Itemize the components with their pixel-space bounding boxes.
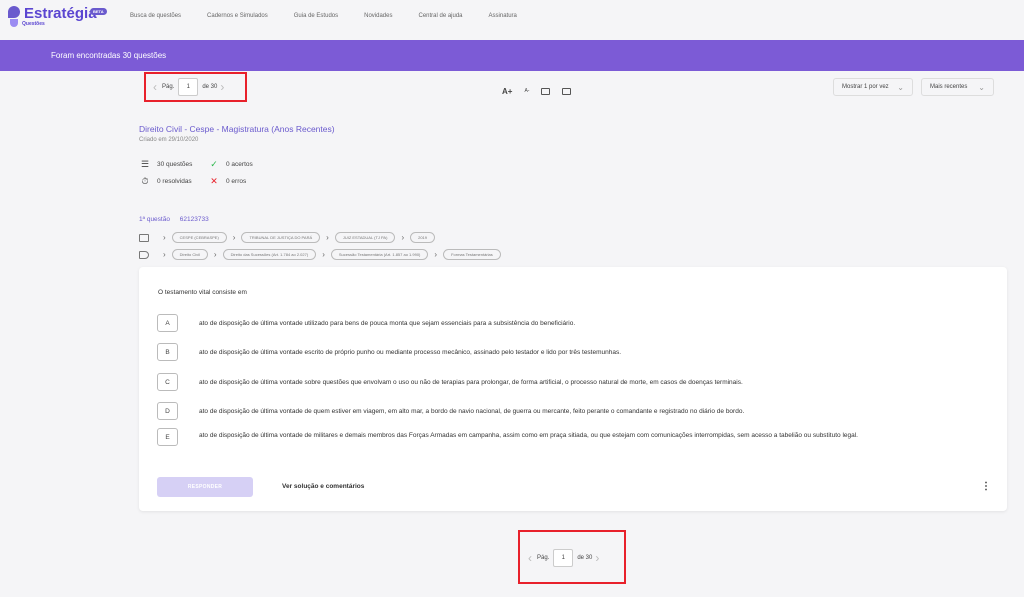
- option-d[interactable]: D ato de disposição de última vontade de…: [157, 402, 744, 420]
- results-count: Foram encontradas 30 questões: [51, 51, 167, 60]
- highlight-box: [518, 530, 626, 584]
- solution-link[interactable]: Ver solução e comentários: [282, 483, 364, 490]
- timer-icon: ⏱: [141, 176, 149, 186]
- tag-assunto-1[interactable]: Direito das Sucessões (Art. 1.784 ao 2.0…: [222, 249, 317, 260]
- option-text: ato de disposição de última vontade util…: [199, 319, 576, 327]
- highlight-box: [144, 72, 247, 102]
- question-header: 1ª questão 62123733: [139, 216, 217, 223]
- respond-button[interactable]: RESPONDER: [157, 477, 253, 497]
- chevron-right-icon: ›: [322, 250, 325, 259]
- results-banner: Foram encontradas 30 questões: [0, 40, 1024, 71]
- logo-icon: [8, 6, 20, 28]
- stat-errors: ✕ 0 erros: [208, 176, 246, 187]
- resolved-count: 0 resolvidas: [157, 178, 192, 185]
- chevron-down-icon: ⌄: [897, 82, 904, 92]
- question-stem: O testamento vital consiste em: [158, 289, 247, 296]
- tag-cargo[interactable]: JUIZ ESTADUAL (TJ PA): [334, 232, 396, 243]
- chevron-down-icon: ⌄: [978, 82, 985, 92]
- tag-materia[interactable]: Direito Civil: [171, 249, 208, 260]
- option-text: ato de disposição de última vontade sobr…: [199, 378, 743, 386]
- option-text: ato de disposição de última vontade escr…: [199, 348, 622, 356]
- chevron-right-icon: ›: [163, 250, 166, 259]
- chevron-right-icon: ›: [232, 233, 236, 242]
- option-letter[interactable]: E: [157, 428, 178, 446]
- font-increase-button[interactable]: A+: [502, 87, 512, 96]
- option-a[interactable]: A ato de disposição de última vontade ut…: [157, 314, 575, 332]
- stat-hits: ✓ 0 acertos: [208, 159, 253, 170]
- tag-icon: [139, 250, 149, 259]
- tag-ano[interactable]: 2019: [410, 232, 436, 243]
- option-letter[interactable]: B: [157, 343, 178, 361]
- list-icon: ☰: [140, 159, 150, 169]
- option-b[interactable]: B ato de disposição de última vontade es…: [157, 343, 621, 361]
- option-e[interactable]: E ato de disposição de última vontade de…: [157, 428, 858, 446]
- option-text: ato de disposição de última vontade de q…: [199, 407, 745, 415]
- tag-row-source: › CESPE (CEBRASPE) › TRIBUNAL DE JUSTIÇA…: [139, 232, 436, 243]
- option-letter[interactable]: A: [157, 314, 178, 332]
- main-nav: Busca de questões Cadernos e Simulados G…: [130, 13, 543, 19]
- tag-orgao[interactable]: TRIBUNAL DE JUSTIÇA DO PARÁ: [241, 232, 321, 243]
- print-icon[interactable]: [562, 82, 572, 100]
- per-page-value: Mostrar 1 por vez: [842, 84, 889, 90]
- order-value: Mais recentes: [930, 84, 968, 90]
- beta-badge: BETA: [90, 8, 107, 15]
- logo-text: Estratégia: [24, 5, 97, 22]
- font-decrease-button[interactable]: A-: [524, 88, 529, 94]
- stat-questions: ☰ 30 questões: [139, 159, 192, 170]
- option-text: ato de disposição de última vontade de m…: [199, 432, 858, 439]
- nav-guia[interactable]: Guia de Estudos: [294, 13, 338, 19]
- order-select[interactable]: Mais recentes ⌄: [921, 78, 994, 96]
- nav-cadernos[interactable]: Cadernos e Simulados: [207, 13, 268, 19]
- option-letter[interactable]: D: [157, 402, 178, 420]
- per-page-select[interactable]: Mostrar 1 por vez ⌄: [833, 78, 913, 96]
- chevron-right-icon: ›: [401, 233, 405, 242]
- more-options-icon[interactable]: ⋮: [981, 481, 991, 492]
- nav-busca[interactable]: Busca de questões: [130, 13, 181, 19]
- chevron-right-icon: ›: [163, 233, 166, 242]
- logo-subtitle: Questões: [22, 21, 45, 27]
- notebook-title[interactable]: Direito Civil - Cespe - Magistratura (An…: [139, 124, 335, 134]
- option-c[interactable]: C ato de disposição de última vontade so…: [157, 373, 743, 391]
- question-card: O testamento vital consiste em A ato de …: [139, 267, 1007, 511]
- top-bar: Estratégia Questões BETA Busca de questõ…: [0, 0, 1024, 40]
- nav-ajuda[interactable]: Central de ajuda: [418, 13, 462, 19]
- question-id[interactable]: 62123733: [180, 216, 209, 223]
- tag-assunto-3[interactable]: Formas Testamentárias: [443, 249, 501, 260]
- nav-novidades[interactable]: Novidades: [364, 13, 392, 19]
- question-number: 1ª questão: [139, 216, 170, 223]
- notebook-date: Criado em 29/10/2020: [139, 137, 199, 143]
- x-icon: ✕: [210, 176, 218, 186]
- nav-assinatura[interactable]: Assinatura: [489, 13, 517, 19]
- chevron-right-icon: ›: [434, 250, 438, 259]
- tag-banca[interactable]: CESPE (CEBRASPE): [171, 232, 227, 243]
- tag-row-subject: › Direito Civil › Direito das Sucessões …: [139, 249, 501, 260]
- toolbar: A+ A-: [502, 82, 583, 100]
- chevron-right-icon: ›: [326, 233, 329, 242]
- option-letter[interactable]: C: [157, 373, 178, 391]
- tag-assunto-2[interactable]: Sucessão Testamentária (Art. 1.857 ao 1.…: [330, 249, 429, 260]
- stat-resolved: ⏱ 0 resolvidas: [139, 176, 192, 187]
- keyboard-icon[interactable]: [541, 82, 551, 100]
- chevron-right-icon: ›: [213, 250, 217, 259]
- errors-count: 0 erros: [226, 178, 247, 185]
- check-icon: ✓: [210, 159, 218, 169]
- hits-count: 0 acertos: [226, 161, 253, 168]
- document-icon: [139, 233, 149, 242]
- questions-count: 30 questões: [157, 161, 193, 168]
